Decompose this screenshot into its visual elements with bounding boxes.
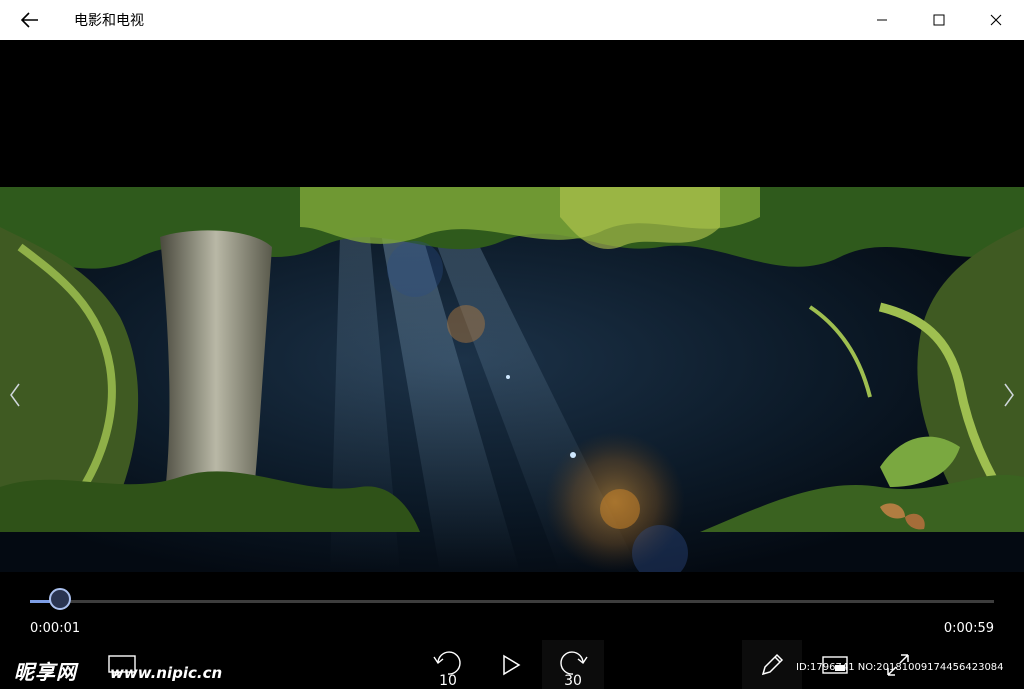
skip-forward-button[interactable]: 30 (542, 640, 604, 689)
close-button[interactable] (967, 0, 1024, 40)
edit-button[interactable] (742, 640, 802, 689)
play-button[interactable] (481, 640, 541, 689)
back-arrow-icon (21, 12, 38, 28)
current-time: 0:00:01 (30, 621, 81, 636)
pencil-icon (761, 653, 784, 675)
watermark-url: www.nipic.cn (110, 664, 223, 682)
app-title: 电影和电视 (74, 13, 144, 29)
rewind-10-icon: 10 (433, 650, 461, 687)
chevron-left-icon (10, 383, 20, 407)
watermark-logo: 昵享网 (14, 660, 77, 684)
forest-scene-image (0, 187, 1024, 572)
previous-arrow[interactable] (0, 365, 30, 425)
minimize-icon (876, 19, 887, 21)
total-time: 0:00:59 (943, 621, 994, 636)
minimize-button[interactable] (853, 0, 910, 40)
seek-thumb[interactable] (49, 588, 71, 610)
title-bar: 电影和电视 (0, 0, 1024, 40)
close-icon (990, 14, 1001, 26)
skip-forward-label: 30 (564, 673, 582, 687)
skip-back-button[interactable]: 10 (418, 640, 478, 689)
skip-back-label: 10 (439, 673, 457, 687)
video-surface[interactable] (0, 40, 1024, 572)
next-arrow[interactable] (994, 365, 1024, 425)
forward-30-icon: 30 (560, 650, 588, 687)
seek-bar[interactable] (30, 600, 994, 603)
play-icon (503, 654, 521, 675)
maximize-icon (933, 14, 944, 26)
back-button[interactable] (0, 0, 60, 40)
video-frame (0, 187, 1024, 572)
window-controls (853, 0, 1024, 40)
watermark-id: ID:1796741 NO:20181009174456423084 (796, 662, 1004, 673)
chevron-right-icon (1004, 383, 1014, 407)
maximize-button[interactable] (910, 0, 967, 40)
